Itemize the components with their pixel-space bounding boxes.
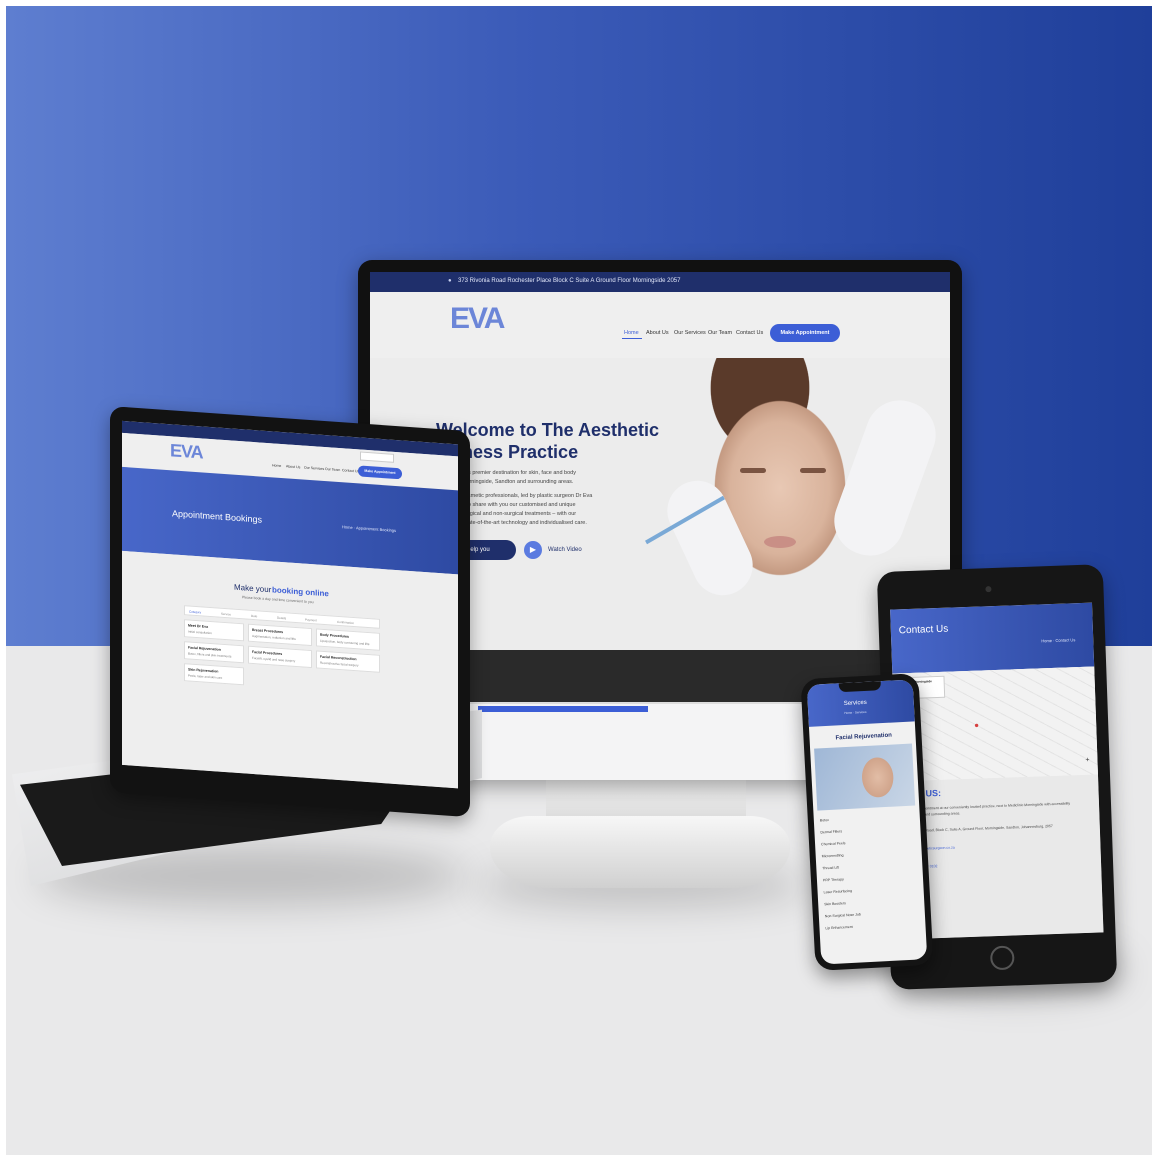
laptop-nav-contact[interactable]: Contact Us <box>342 468 359 473</box>
phone-list-item: Dermal Fillers <box>820 829 843 835</box>
service-card[interactable]: Body Procedures Liposuction, body contou… <box>316 628 380 651</box>
step-details[interactable]: Details <box>277 616 286 621</box>
contact-address: 373 Rivonia Road, Block C, Suite A, Grou… <box>905 824 1053 834</box>
smartphone: Services Home · Services Facial Rejuvena… <box>800 673 934 971</box>
step-confirmation[interactable]: Confirmation <box>337 620 354 625</box>
glove-left <box>657 470 763 606</box>
monitor-accent-bar <box>478 706 648 712</box>
hero-text-5: to surgical and non-surgical treatments … <box>456 511 577 517</box>
laptop: EVA Home About Us Our Services Our Team … <box>110 406 470 818</box>
laptop-nav-services[interactable]: Our Services <box>304 466 324 471</box>
tablet-banner: Contact Us Home · Contact Us <box>890 602 1095 674</box>
phone-banner-title: Services <box>843 699 867 708</box>
nav-about[interactable]: About Us <box>646 330 669 336</box>
phone-list-item: Laser Resurfacing <box>823 888 853 895</box>
location-icon: ● <box>448 278 452 284</box>
card-text: Peels, laser and skin care <box>188 673 223 680</box>
tablet-camera <box>985 586 992 593</box>
tablet-banner-title: Contact Us <box>898 623 949 637</box>
service-card[interactable]: Facial Reconstruction Reconstructive fac… <box>316 650 380 673</box>
phone-breadcrumb: Home · Services <box>844 709 867 716</box>
laptop-social-links <box>360 451 394 463</box>
make-appointment-button[interactable]: Make Appointment <box>770 324 840 342</box>
phone-heading: Facial Rejuvenation <box>835 732 893 742</box>
card-title: Breast Procedures <box>252 627 284 635</box>
nav-team[interactable]: Our Team <box>708 330 732 336</box>
service-card[interactable]: Skin Rejuvenation Peels, laser and skin … <box>184 663 244 686</box>
phone-list-item: Non-Surgical Nose Job <box>824 912 861 919</box>
header: EVA Home About Us Our Services Our Team … <box>370 292 950 358</box>
card-title: Body Procedures <box>320 632 349 639</box>
card-text: Facelift, eyelid and nose surgery <box>252 655 296 663</box>
laptop-nav-about[interactable]: About Us <box>286 464 300 469</box>
home-button-icon[interactable] <box>989 945 1015 971</box>
watch-video-link[interactable]: Watch Video <box>548 547 582 553</box>
step-category[interactable]: Category <box>189 610 201 615</box>
card-text: Botox, fillers and skin treatments <box>188 651 232 659</box>
hero-text-1: burg's premier destination for skin, fac… <box>456 470 576 476</box>
service-card[interactable]: Facial Procedures Facelift, eyelid and n… <box>248 645 312 669</box>
nav-home[interactable]: Home <box>624 330 639 336</box>
laptop-nav-home[interactable]: Home <box>272 463 281 468</box>
phone-list-item: Thread Lift <box>822 865 840 871</box>
step-date[interactable]: Date <box>251 614 257 618</box>
hero-title-line1: Welcome to The Aesthetic <box>436 420 660 440</box>
hero-text-3: of cosmetic professionals, led by plasti… <box>456 493 593 499</box>
booking-heading-bold: booking online <box>272 585 329 599</box>
laptop-appointment-button[interactable]: Make Appointment <box>358 465 402 480</box>
play-icon[interactable]: ▶ <box>524 541 542 559</box>
phone-list-item: Botox <box>819 817 829 823</box>
booking-subheading: Please book a day and time convenient to… <box>242 595 314 605</box>
laptop-breadcrumb: Home · Appointment Bookings <box>342 524 397 534</box>
contact-map[interactable]: Aesthetic Morningside ● + <box>892 666 1098 782</box>
monitor-foot <box>490 816 790 888</box>
card-text: Reconstructive facial surgery <box>320 660 359 668</box>
laptop-banner-title: Appointment Bookings <box>172 508 263 525</box>
card-title: Facial Procedures <box>252 649 283 657</box>
zoom-in-icon[interactable]: + <box>1085 757 1089 764</box>
card-text: Liposuction, body contouring and lifts <box>320 638 370 647</box>
phone-list-item: PRP Therapy <box>822 877 844 883</box>
map-pin-icon[interactable]: ● <box>974 721 979 730</box>
laptop-logo[interactable]: EVA <box>170 440 203 463</box>
service-card[interactable]: Facial Rejuvenation Botox, fillers and s… <box>184 641 244 664</box>
phone-list-item: Lip Enhancement <box>825 924 853 931</box>
nav-services[interactable]: Our Services <box>674 330 706 336</box>
hero-text-2: in Morningside, Sandton and surrounding … <box>456 479 574 485</box>
eye-right <box>800 468 826 473</box>
service-card[interactable]: Meet Dr Eva Initial consultation <box>184 619 244 642</box>
glove-right <box>824 390 946 566</box>
phone-list-item: Skin Boosters <box>824 901 846 907</box>
lips <box>764 536 796 548</box>
topbar: ● 373 Rivonia Road Rochester Place Block… <box>370 272 950 292</box>
phone-list-item: Microneedling <box>821 853 844 859</box>
booking-heading-plain: Make your <box>234 582 272 595</box>
step-service[interactable]: Service <box>221 612 231 617</box>
phone-treatment-image <box>814 743 916 811</box>
card-text: Initial consultation <box>188 629 212 636</box>
logo[interactable]: EVA <box>450 302 505 336</box>
hero-title-line2: llness Practice <box>452 442 579 462</box>
phone-screen: Services Home · Services Facial Rejuvena… <box>806 679 928 965</box>
mockup-scene: ● 373 Rivonia Road Rochester Place Block… <box>6 6 1152 1155</box>
laptop-nav-team[interactable]: Our Team <box>325 467 340 472</box>
laptop-screen: EVA Home About Us Our Services Our Team … <box>122 420 458 789</box>
tablet-breadcrumb: Home · Contact Us <box>1041 637 1076 644</box>
hero-text-4: ited to share with you our customised an… <box>456 502 576 508</box>
card-title: Facial Rejuvenation <box>188 645 221 652</box>
nav-contact[interactable]: Contact Us <box>736 330 763 336</box>
contact-line-1: Make an appointment at our conveniently … <box>904 801 1071 812</box>
booking-section: Make your booking online Please book a d… <box>122 550 458 789</box>
card-text: Augmentation, reduction and lifts <box>252 633 296 641</box>
phone-list-item: Chemical Peels <box>821 841 846 847</box>
nav-active-underline <box>622 338 642 339</box>
card-title: Meet Dr Eva <box>188 623 209 629</box>
card-title: Skin Rejuvenation <box>188 667 219 674</box>
hero-text-6: ed state-of-the-art technology and indiv… <box>456 520 587 526</box>
service-card[interactable]: Breast Procedures Augmentation, reductio… <box>248 623 312 647</box>
topbar-address: 373 Rivonia Road Rochester Place Block C… <box>458 278 681 284</box>
step-payment[interactable]: Payment <box>305 618 317 623</box>
eye-left <box>740 468 766 473</box>
